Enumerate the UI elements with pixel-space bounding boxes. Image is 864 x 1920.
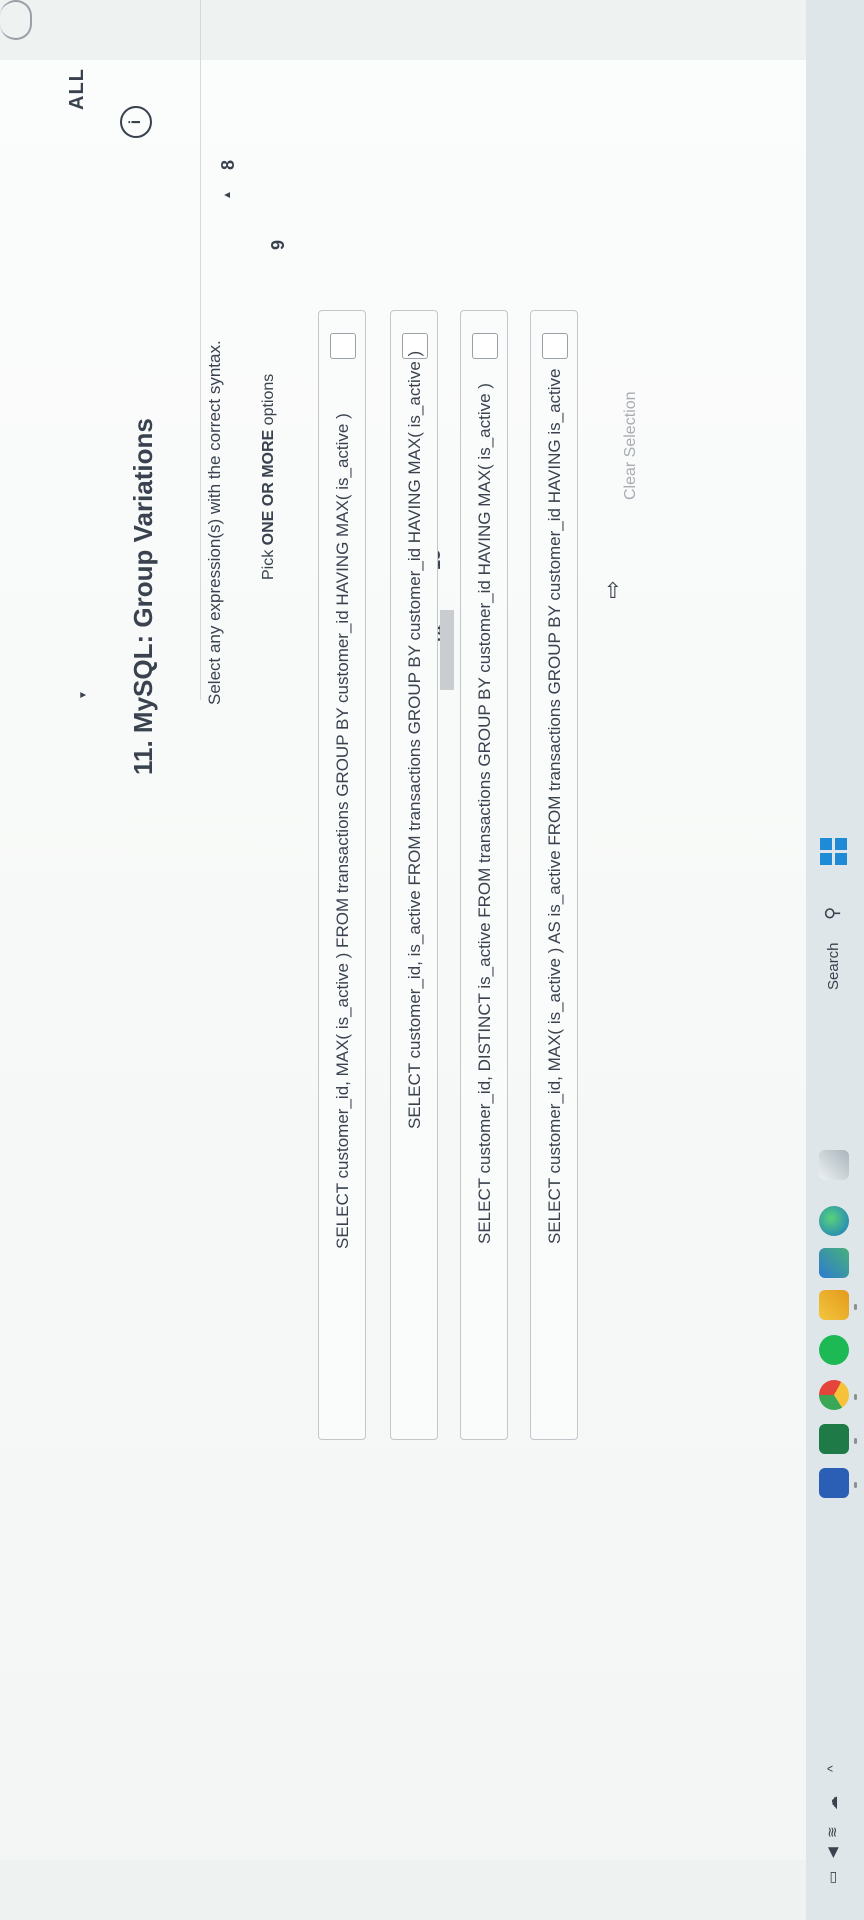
option-3-checkbox[interactable] xyxy=(472,333,498,359)
option-4-checkbox[interactable] xyxy=(542,333,568,359)
app-running-indicator xyxy=(854,1438,857,1444)
chrome-icon[interactable] xyxy=(819,1380,849,1410)
collapse-nav-icon[interactable]: ▲ xyxy=(222,190,233,200)
app-running-indicator xyxy=(854,1394,857,1400)
app-running-indicator xyxy=(854,1304,857,1310)
all-questions-link[interactable]: ALL xyxy=(66,68,89,110)
spotify-icon[interactable] xyxy=(819,1335,849,1365)
question-nav-9[interactable]: 9 xyxy=(268,215,289,275)
store-icon[interactable] xyxy=(819,1248,849,1278)
copilot-icon[interactable] xyxy=(819,1150,849,1180)
nav-divider xyxy=(200,0,201,700)
nav-scrollbar[interactable] xyxy=(440,610,454,690)
clear-selection-link[interactable]: Clear Selection xyxy=(622,392,640,501)
taskbar-search[interactable]: ⚲ Search xyxy=(816,880,852,1050)
search-icon: ⚲ xyxy=(822,906,842,920)
battery-icon[interactable]: ▭ xyxy=(824,1871,841,1884)
option-2-text: SELECT customer_id, is_active FROM trans… xyxy=(405,350,424,1129)
option-1-text: SELECT customer_id, MAX( is_active ) FRO… xyxy=(333,413,352,1249)
option-1-checkbox[interactable] xyxy=(330,333,356,359)
info-icon[interactable]: i xyxy=(120,106,152,138)
volume-icon[interactable]: ◀ xyxy=(824,1847,841,1858)
pick-suffix: options xyxy=(260,373,277,430)
chevron-up-icon[interactable]: ^ xyxy=(824,1765,840,1772)
option-4-text: SELECT customer_id, MAX( is_active ) AS … xyxy=(545,368,564,1244)
taskbar-search-label: Search xyxy=(825,942,842,990)
taskbar: ⚲ Search ^ ☁ ≋ ◀ ▭ xyxy=(806,0,864,1920)
file-explorer-icon[interactable] xyxy=(819,1290,849,1320)
start-icon[interactable] xyxy=(820,837,848,865)
question-title: 11. MySQL: Group Variations xyxy=(128,418,158,775)
pick-prefix: Pick xyxy=(260,545,277,580)
pick-bold: ONE OR MORE xyxy=(260,429,277,546)
question-prompt: Select any expression(s) with the correc… xyxy=(205,340,224,705)
wifi-icon[interactable]: ≋ xyxy=(824,1826,841,1838)
onedrive-icon[interactable]: ☁ xyxy=(824,1796,841,1810)
option-4[interactable]: SELECT customer_id, MAX( is_active ) AS … xyxy=(530,310,578,1440)
option-3-text: SELECT customer_id, DISTINCT is_active F… xyxy=(475,383,494,1244)
expand-nav-icon[interactable]: ▼ xyxy=(78,690,89,700)
word-icon[interactable] xyxy=(819,1468,849,1498)
app-running-indicator xyxy=(854,1482,857,1488)
edge-icon[interactable] xyxy=(819,1206,849,1236)
option-3[interactable]: SELECT customer_id, DISTINCT is_active F… xyxy=(460,310,508,1440)
question-nav-8[interactable]: 8 xyxy=(218,135,239,195)
option-2[interactable]: SELECT customer_id, is_active FROM trans… xyxy=(390,310,438,1440)
pick-instruction: Pick ONE OR MORE options xyxy=(260,374,278,580)
back-icon[interactable] xyxy=(0,0,32,40)
screen: ALL i 8 9 10 11 12 13 14 ▲ ▼ 11. MySQL: … xyxy=(0,0,864,1920)
mouse-cursor-icon: ⇧ xyxy=(603,577,623,603)
option-1[interactable]: SELECT customer_id, MAX( is_active ) FRO… xyxy=(318,310,366,1440)
excel-icon[interactable] xyxy=(819,1424,849,1454)
